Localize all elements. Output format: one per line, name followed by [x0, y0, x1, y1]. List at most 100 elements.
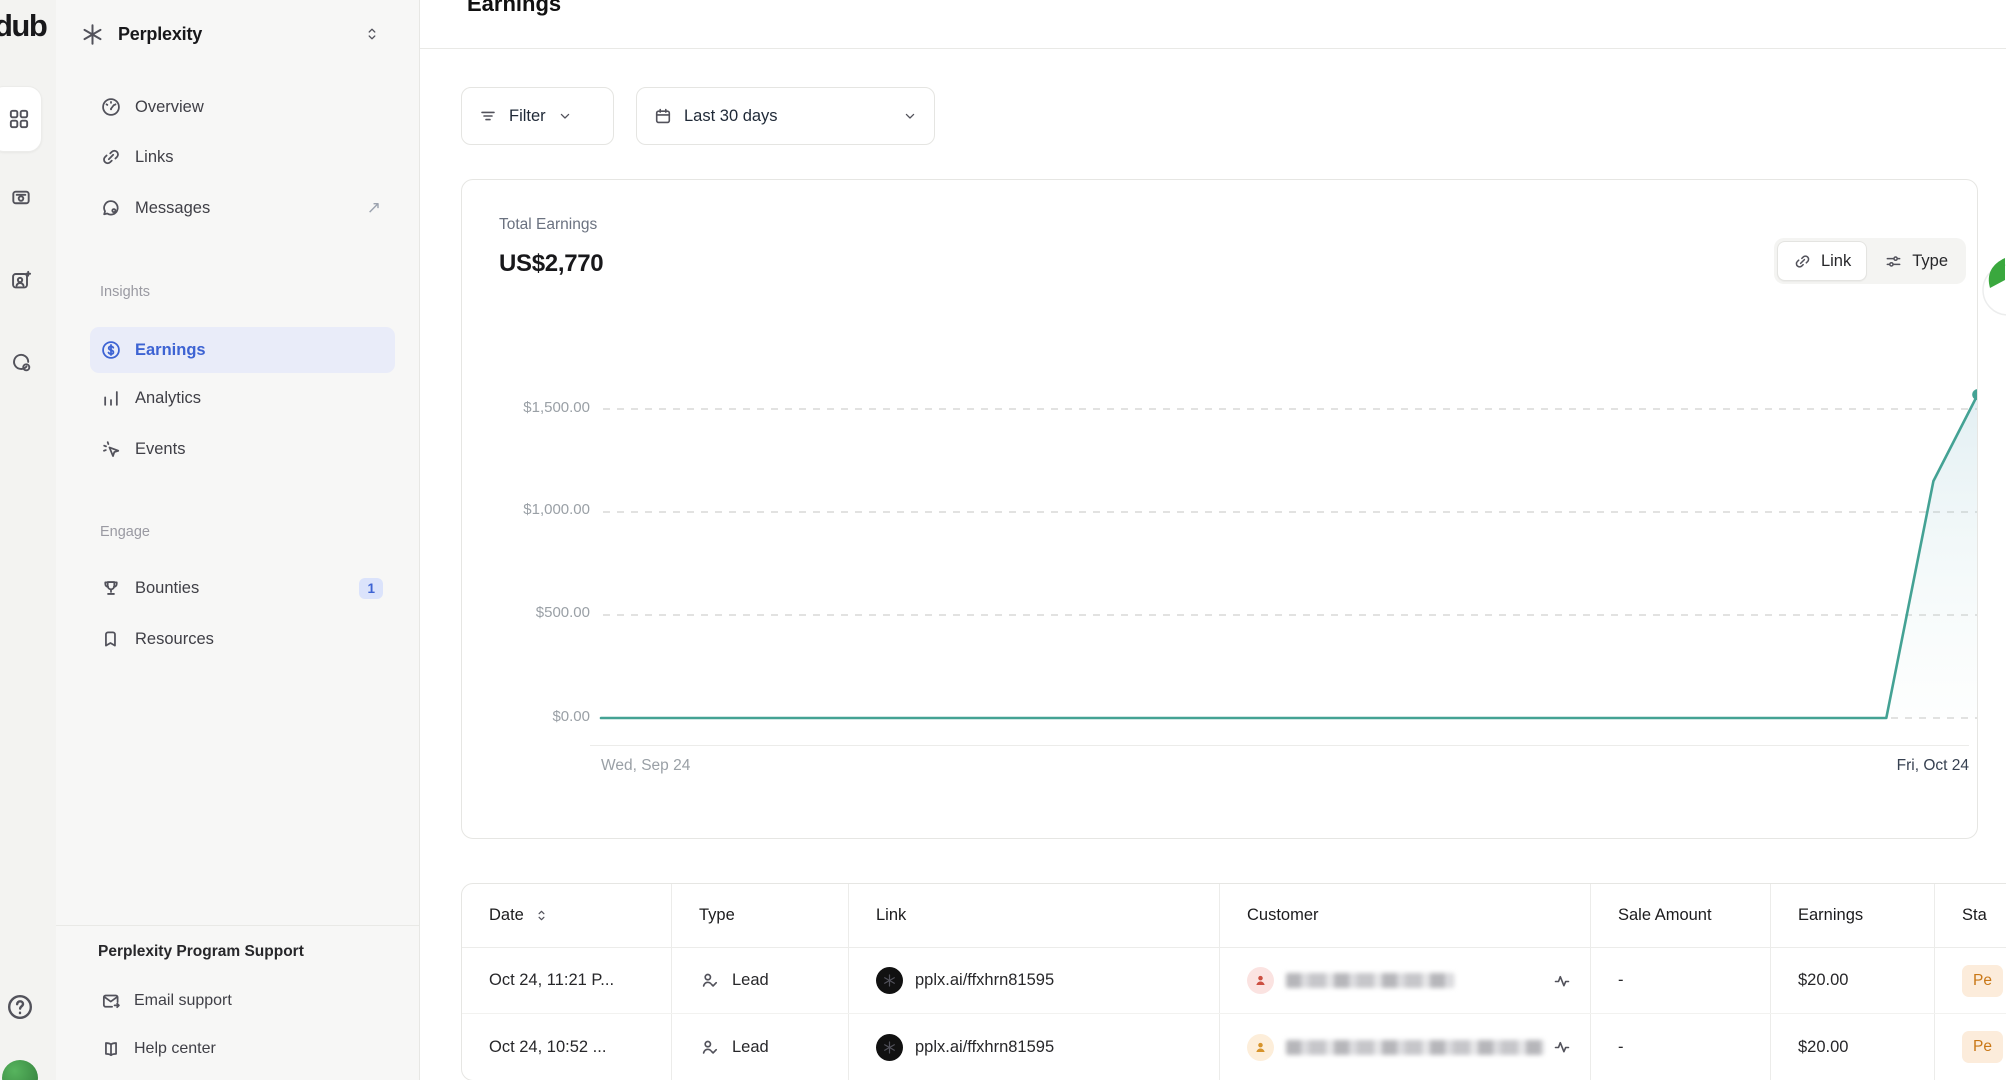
chevron-down-icon — [557, 108, 573, 124]
perplexity-logo-icon — [80, 22, 105, 47]
y-axis-tick: $1,000.00 — [474, 501, 590, 518]
sidebar-item-messages[interactable]: Messages ↗ — [90, 185, 395, 231]
rail-item-chat[interactable] — [8, 350, 34, 376]
sidebar-item-earnings[interactable]: Earnings — [90, 327, 395, 373]
cell-sale-amount: - — [1591, 948, 1771, 1013]
question-mark-icon — [5, 992, 35, 1022]
filter-button[interactable]: Filter — [461, 87, 614, 145]
column-header-date[interactable]: Date — [462, 884, 672, 947]
customer-name-redacted — [1286, 973, 1454, 988]
date-range-label: Last 30 days — [684, 107, 778, 126]
sidebar-item-bounties[interactable]: Bounties 1 — [90, 565, 395, 611]
customer-avatar — [1247, 1034, 1274, 1061]
support-section: Perplexity Program Support Email support — [56, 925, 419, 1080]
cell-link: pplx.ai/ffxhrn81595 — [849, 1014, 1220, 1080]
status-badge: Pe — [1962, 965, 2003, 997]
chart-end-point — [1972, 389, 1978, 400]
customer-name-redacted — [1286, 1040, 1544, 1055]
rail-item-workspace-active[interactable] — [0, 86, 42, 152]
gauge-icon — [100, 96, 122, 118]
rail-item-payouts[interactable] — [8, 184, 34, 210]
main-content: Earnings Filter Last 30 da — [420, 0, 2006, 1080]
link-icon — [100, 146, 122, 168]
workspace-name: Perplexity — [118, 24, 351, 45]
column-header-customer: Customer — [1220, 884, 1591, 947]
sidebar-item-overview[interactable]: Overview — [90, 84, 395, 130]
sidebar-item-events[interactable]: Events — [90, 426, 395, 472]
perplexity-favicon — [876, 1034, 903, 1061]
column-header-status: Sta — [1935, 884, 2006, 947]
sidebar-item-help-center[interactable]: Help center — [90, 1029, 390, 1069]
sidebar-item-label: Help center — [134, 1040, 216, 1058]
sidebar-item-label: Analytics — [135, 389, 383, 408]
total-earnings-card: Total Earnings US$2,770 Link — [461, 179, 1978, 839]
sidebar-item-label: Messages — [135, 199, 354, 218]
sidebar: Perplexity Overview — [56, 0, 420, 1080]
user-check-icon — [699, 1037, 720, 1058]
toggle-link-button[interactable]: Link — [1777, 241, 1867, 281]
resources-icon — [100, 628, 122, 650]
status-badge: Pe — [1962, 1031, 2003, 1063]
column-header-earnings: Earnings — [1771, 884, 1935, 947]
sidebar-item-label: Email support — [134, 992, 232, 1010]
date-range-button[interactable]: Last 30 days — [636, 87, 935, 145]
toggle-link-label: Link — [1821, 252, 1851, 271]
activity-icon[interactable] — [1552, 971, 1572, 991]
filter-label: Filter — [509, 107, 546, 126]
support-title: Perplexity Program Support — [98, 943, 304, 961]
cell-status: Pe — [1935, 1014, 2006, 1080]
column-header-type: Type — [672, 884, 849, 947]
workspace-selector[interactable]: Perplexity — [80, 12, 396, 56]
cell-earnings: $20.00 — [1771, 948, 1935, 1013]
cell-date: Oct 24, 10:52 ... — [462, 1014, 672, 1080]
filter-icon — [478, 106, 498, 126]
external-link-icon: ↗ — [367, 198, 381, 218]
short-link-text[interactable]: pplx.ai/ffxhrn81595 — [915, 971, 1054, 990]
help-button[interactable] — [5, 992, 35, 1022]
column-header-sale-amount: Sale Amount — [1591, 884, 1771, 947]
payouts-icon — [9, 185, 33, 209]
green-cursor-decoration — [1972, 250, 2006, 340]
sidebar-item-label: Links — [135, 148, 383, 167]
sidebar-item-label: Overview — [135, 98, 383, 117]
x-axis-end-label: Fri, Oct 24 — [1897, 757, 1969, 775]
bounties-count-badge: 1 — [359, 578, 383, 599]
cursor-click-icon — [100, 438, 122, 460]
table-header-row: Date Type Link Customer Sale Amount Earn… — [462, 884, 2006, 948]
column-header-link: Link — [849, 884, 1220, 947]
app-window: dub — [0, 0, 2006, 1080]
earnings-area-chart — [601, 375, 1978, 735]
sidebar-item-resources[interactable]: Resources — [90, 616, 395, 662]
sort-icon — [534, 908, 549, 923]
earnings-table: Date Type Link Customer Sale Amount Earn… — [461, 883, 2006, 1080]
cell-sale-amount: - — [1591, 1014, 1771, 1080]
user-check-icon — [699, 970, 720, 991]
user-avatar[interactable] — [2, 1060, 38, 1080]
page-title: Earnings — [467, 0, 561, 17]
dub-logo[interactable]: dub — [0, 8, 46, 44]
toggle-type-label: Type — [1912, 252, 1948, 271]
chevron-down-icon — [902, 108, 918, 124]
open-book-icon — [100, 1038, 122, 1060]
short-link-text[interactable]: pplx.ai/ffxhrn81595 — [915, 1038, 1054, 1057]
sidebar-item-label: Bounties — [135, 579, 346, 598]
sidebar-item-label: Events — [135, 440, 383, 459]
table-row[interactable]: Oct 24, 11:21 P... Lead — [462, 948, 2006, 1014]
cell-type: Lead — [672, 1014, 849, 1080]
perplexity-favicon — [876, 967, 903, 994]
chat-bubbles-icon — [9, 351, 33, 375]
table-row[interactable]: Oct 24, 10:52 ... Lead — [462, 1014, 2006, 1080]
cell-link: pplx.ai/ffxhrn81595 — [849, 948, 1220, 1013]
bar-chart-icon — [100, 387, 122, 409]
activity-icon[interactable] — [1552, 1037, 1572, 1057]
sidebar-item-email-support[interactable]: Email support — [90, 981, 390, 1021]
chart-baseline — [590, 745, 1969, 746]
rail-item-contacts[interactable] — [8, 267, 34, 293]
chevron-updown-icon — [364, 26, 380, 42]
sidebar-item-analytics[interactable]: Analytics — [90, 375, 395, 421]
sidebar-item-links[interactable]: Links — [90, 134, 395, 180]
email-send-icon — [100, 990, 122, 1012]
sidebar-item-label: Resources — [135, 630, 383, 649]
link-icon — [1793, 252, 1812, 271]
toggle-type-button[interactable]: Type — [1869, 241, 1963, 281]
